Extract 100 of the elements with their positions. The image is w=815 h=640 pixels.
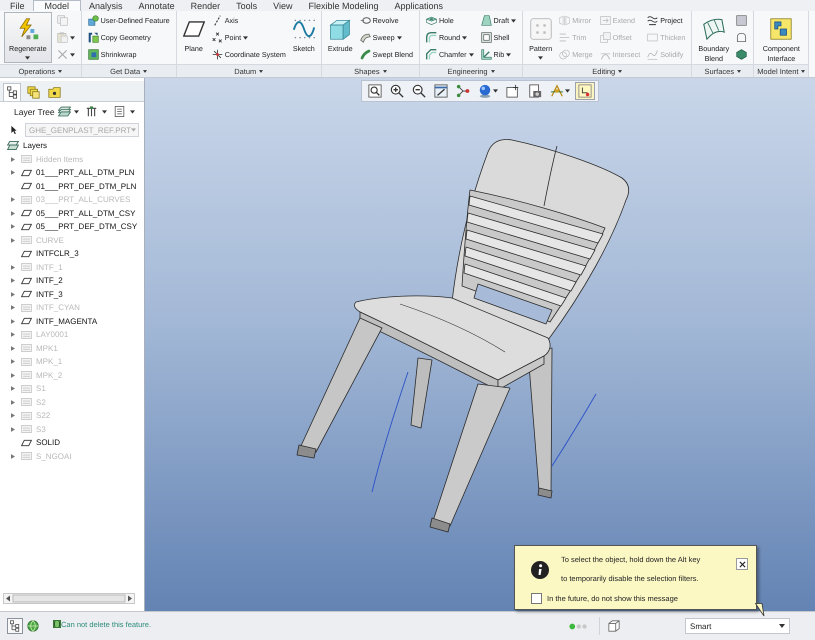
tree-icon xyxy=(9,620,21,632)
dashed-line-icon xyxy=(212,15,223,26)
dot-grid-icon xyxy=(530,18,552,40)
ribbon-tab[interactable]: Tools xyxy=(228,0,266,11)
close-icon xyxy=(738,560,746,568)
window-slash-icon xyxy=(434,84,448,98)
stacked-layers-icon xyxy=(58,106,71,117)
axes-point-icon xyxy=(578,84,592,98)
tree-item[interactable]: 05___PRT_ALL_DTM_CSY xyxy=(0,206,144,220)
stacked-sheets-icon xyxy=(26,86,40,99)
caret-icon xyxy=(737,70,742,72)
nested-squares-icon xyxy=(88,49,99,60)
coordinate-axes-icon xyxy=(212,49,223,60)
cut-lines-icon xyxy=(559,32,570,43)
lined-rectangle-icon xyxy=(21,263,32,272)
tapered-block-icon xyxy=(480,15,492,26)
parallelogram-icon xyxy=(21,290,32,298)
expand-triangle-icon[interactable] xyxy=(11,278,15,284)
tree-item[interactable]: 01___PRT_DEF_DTM_PLN xyxy=(0,180,144,193)
ribbon-tab[interactable]: Flexible Modeling xyxy=(300,0,387,11)
horizontal-scrollbar[interactable] xyxy=(3,593,135,604)
lined-rectangle-icon xyxy=(21,236,32,244)
info-icon xyxy=(531,561,549,579)
panel-tab[interactable] xyxy=(3,83,21,101)
tree-item[interactable]: 01___PRT_ALL_DTM_PLN xyxy=(0,166,144,180)
caret-icon xyxy=(801,70,806,72)
status-toggle-button[interactable] xyxy=(25,618,41,634)
zoom-out-icon xyxy=(412,84,426,98)
lined-rectangle-icon xyxy=(21,330,32,339)
tree-item[interactable]: INTF_MAGENTA xyxy=(0,314,144,328)
checkbox[interactable] xyxy=(531,592,542,604)
tree-item[interactable]: INTF_2 xyxy=(0,274,144,288)
bracket-block-icon xyxy=(88,32,99,43)
tree-item[interactable]: SOLID xyxy=(0,436,144,450)
selection-filter-select[interactable]: Smart xyxy=(685,618,790,634)
zoom-in-icon xyxy=(390,84,404,98)
parallelogram-icon xyxy=(21,222,32,231)
list-dropdown-button[interactable] xyxy=(112,106,135,117)
square-circle-icon xyxy=(88,15,99,26)
expand-triangle-icon[interactable] xyxy=(11,292,15,297)
caret-icon xyxy=(74,110,79,114)
node-graph-icon xyxy=(456,84,470,98)
caret-icon xyxy=(779,624,785,628)
wave-base-icon xyxy=(647,49,658,60)
caret-icon xyxy=(490,70,495,72)
parallelogram-icon xyxy=(21,276,32,285)
tree-item[interactable]: 05___PRT_DEF_DTM_CSY xyxy=(0,220,144,234)
curved-solid-icon xyxy=(360,32,371,43)
parallelogram-icon xyxy=(21,250,32,258)
sine-wave-icon xyxy=(292,18,315,40)
lined-rectangle-icon xyxy=(21,304,32,312)
parallelogram-icon xyxy=(21,168,32,177)
arch-outline-icon xyxy=(736,32,748,43)
expand-triangle-icon[interactable] xyxy=(11,210,15,216)
lined-rectangle-icon xyxy=(21,412,32,420)
ribbon-tab[interactable]: Analysis xyxy=(81,0,131,11)
corner-rib-icon xyxy=(480,49,492,60)
lined-rectangle-icon xyxy=(21,371,32,380)
layer-tree-dropdown[interactable]: Layer Tree xyxy=(14,106,79,117)
lined-rectangle-icon xyxy=(21,358,32,366)
ribbon-tab[interactable]: File xyxy=(2,0,33,11)
folder-icon xyxy=(48,86,60,99)
tree-item[interactable]: INTFCLR_3 xyxy=(0,247,144,260)
frame-plus-icon xyxy=(506,84,520,98)
triangle-line-icon xyxy=(550,84,564,98)
rectangle-outline-icon xyxy=(647,32,658,43)
pillars-icon xyxy=(84,106,98,117)
settings-dropdown-button[interactable] xyxy=(84,106,107,117)
lined-rectangle-icon xyxy=(21,452,32,460)
caret-icon xyxy=(143,70,148,72)
cube-outline-icon[interactable] xyxy=(608,620,620,632)
tree-icon xyxy=(6,86,18,99)
ribbon-tab[interactable]: Applications xyxy=(386,0,452,11)
overlapping-circles-icon xyxy=(559,49,570,60)
lightning-blocks-icon xyxy=(16,18,39,40)
ribbon-tab[interactable]: Model xyxy=(32,0,82,11)
document-camera-icon xyxy=(528,84,542,98)
hollow-square-icon xyxy=(480,32,492,43)
caret-icon xyxy=(102,110,107,114)
tree-item[interactable]: INTF_3 xyxy=(0,288,144,301)
arrow-box-icon xyxy=(600,15,611,26)
bracket-square-icon xyxy=(53,620,61,628)
ribbon-tab[interactable]: View xyxy=(265,0,300,11)
beveled-edge-icon xyxy=(426,49,437,60)
expand-triangle-icon[interactable] xyxy=(11,224,15,230)
status-toggle-button[interactable] xyxy=(7,618,23,634)
globe-icon xyxy=(27,620,39,632)
cross-icon xyxy=(56,49,68,60)
clipboard-icon xyxy=(56,32,68,43)
box-icon xyxy=(329,18,352,40)
lined-rectangle-icon xyxy=(21,384,32,393)
lined-rectangle-icon xyxy=(21,344,32,352)
ribbon-tab[interactable]: Annotate xyxy=(130,0,183,11)
ribbon-tab[interactable]: Render xyxy=(182,0,228,11)
lined-rectangle-icon xyxy=(21,155,32,164)
pointer-arrow-icon[interactable] xyxy=(11,125,17,135)
tree-item[interactable]: Layers xyxy=(0,139,144,152)
expand-triangle-icon[interactable] xyxy=(11,318,15,324)
expand-triangle-icon[interactable] xyxy=(11,170,15,176)
close-button[interactable] xyxy=(736,558,748,570)
